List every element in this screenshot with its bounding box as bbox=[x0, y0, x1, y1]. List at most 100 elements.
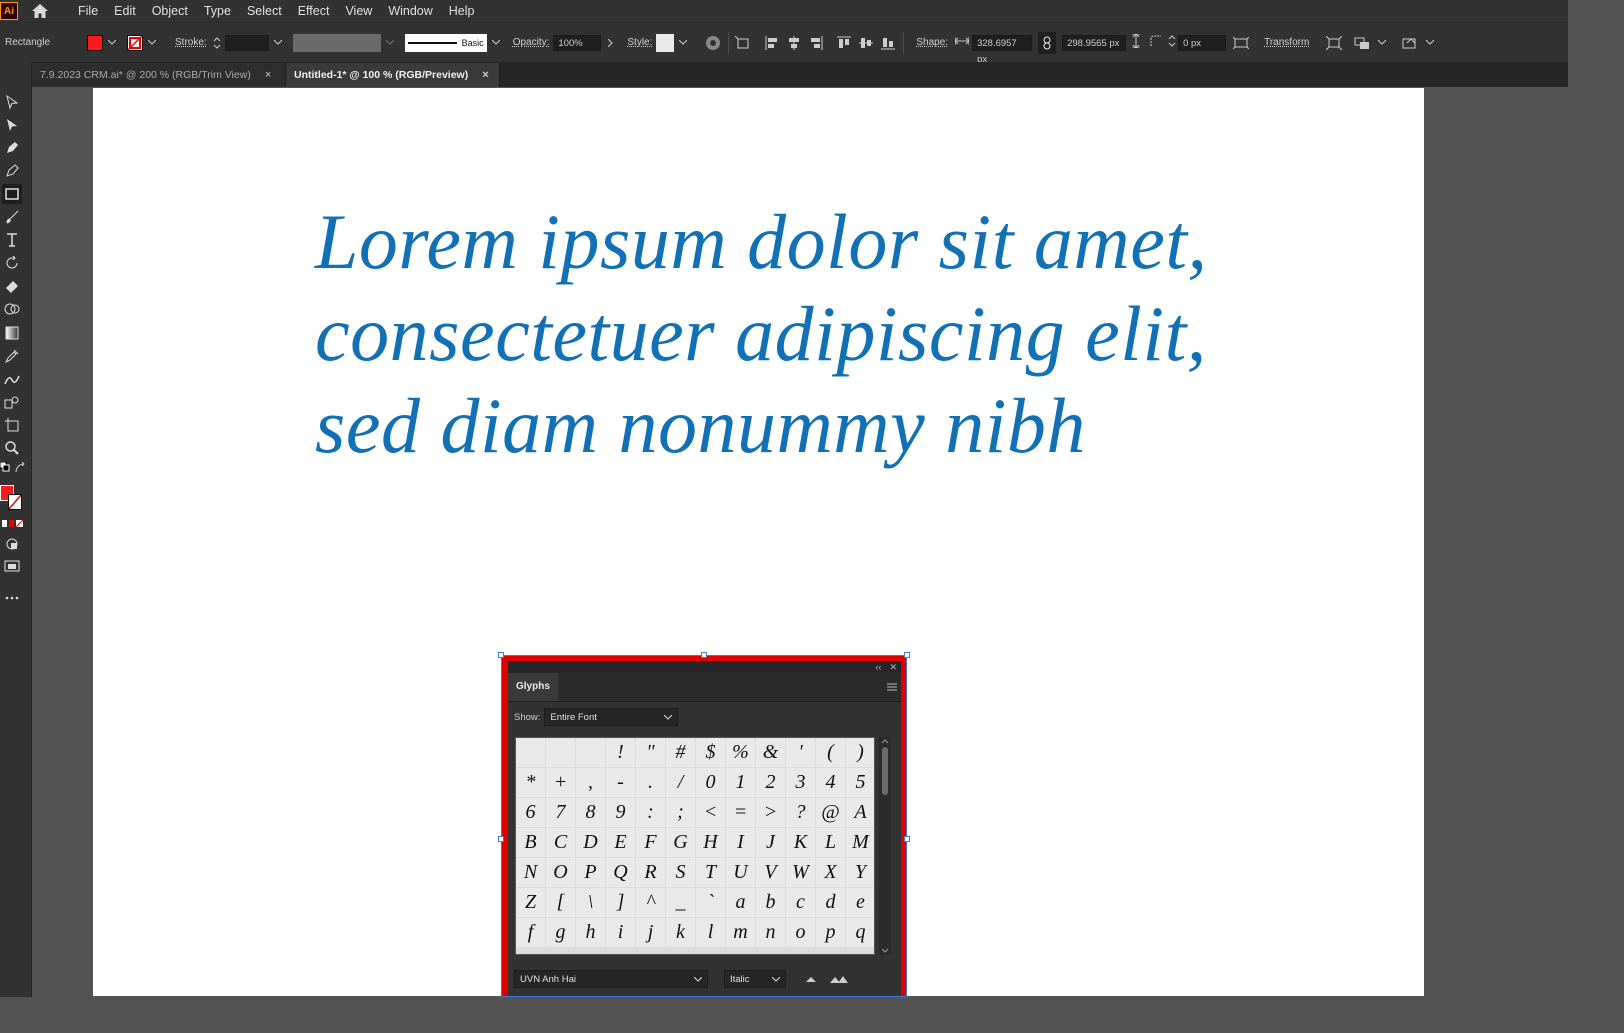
document-tabs: 7.9.2023 CRM.ai* @ 200 % (RGB/Trim View)… bbox=[32, 62, 1568, 87]
chevron-down-icon[interactable] bbox=[1425, 38, 1435, 48]
width-icon bbox=[954, 37, 970, 48]
app-logo: Ai bbox=[0, 2, 18, 20]
rotate-tool-icon[interactable] bbox=[2, 253, 22, 273]
close-icon[interactable]: × bbox=[482, 69, 488, 81]
align-vcenter-icon[interactable] bbox=[855, 32, 877, 54]
default-colors-icon[interactable] bbox=[0, 462, 10, 472]
menu-select[interactable]: Select bbox=[239, 4, 290, 18]
direct-selection-tool-icon[interactable] bbox=[2, 115, 22, 135]
fill-swatch[interactable] bbox=[87, 34, 103, 51]
align-bottom-icon[interactable] bbox=[877, 32, 899, 54]
menu-type[interactable]: Type bbox=[196, 4, 239, 18]
menu-file[interactable]: File bbox=[70, 4, 106, 18]
color-mode-icon[interactable] bbox=[2, 520, 7, 527]
shape-width-input[interactable]: 328.6957 px bbox=[972, 34, 1033, 65]
resize-handle[interactable] bbox=[904, 652, 910, 658]
gradient-mode-icon[interactable] bbox=[9, 520, 14, 527]
stroke-preview-line bbox=[407, 41, 457, 44]
corner-radius-stepper[interactable] bbox=[1168, 34, 1176, 51]
chevron-down-icon[interactable] bbox=[678, 38, 688, 48]
brush-definition[interactable]: Basic bbox=[404, 33, 487, 52]
menu-object[interactable]: Object bbox=[144, 4, 196, 18]
link-proportions-icon[interactable] bbox=[1038, 31, 1057, 54]
resize-handle[interactable] bbox=[904, 836, 910, 842]
artboard-text[interactable]: Lorem ipsum dolor sit amet, consectetuer… bbox=[315, 196, 1315, 472]
corner-radius-input[interactable]: 0 px bbox=[1178, 34, 1227, 51]
opacity-input[interactable]: 100% bbox=[553, 34, 602, 51]
isolate-icon[interactable] bbox=[1323, 32, 1345, 54]
tab-document[interactable]: 7.9.2023 CRM.ai* @ 200 % (RGB/Trim View)… bbox=[32, 63, 286, 87]
recolor-artwork-icon[interactable] bbox=[702, 32, 724, 54]
shape-height-input[interactable]: 298.9565 px bbox=[1062, 34, 1127, 51]
eyedropper-tool-icon[interactable] bbox=[2, 346, 22, 366]
chevron-down-icon[interactable] bbox=[147, 38, 157, 48]
gradient-tool-icon[interactable] bbox=[2, 323, 22, 343]
eraser-tool-icon[interactable] bbox=[2, 276, 22, 296]
separator bbox=[903, 31, 905, 54]
type-tool-icon[interactable] bbox=[2, 230, 22, 250]
align-right-icon[interactable] bbox=[805, 32, 827, 54]
tab-label: Untitled-1* @ 100 % (RGB/Preview) bbox=[294, 69, 469, 81]
height-icon bbox=[1132, 33, 1141, 51]
menu-edit[interactable]: Edit bbox=[106, 4, 144, 18]
stroke-label: Stroke: bbox=[175, 37, 207, 48]
menu-bar: Ai File Edit Object Type Select Effect View Win… bbox=[0, 0, 1568, 23]
selection-tool-icon[interactable] bbox=[2, 92, 22, 112]
align-left-icon[interactable] bbox=[761, 32, 783, 54]
resize-handle[interactable] bbox=[498, 652, 504, 658]
align-to-selection-icon[interactable] bbox=[733, 32, 755, 54]
pen-tool-icon[interactable] bbox=[2, 138, 22, 158]
zoom-tool-icon[interactable] bbox=[2, 438, 22, 458]
shape-options-icon[interactable] bbox=[1230, 32, 1252, 54]
stroke-color-box[interactable] bbox=[8, 494, 22, 510]
menu-help[interactable]: Help bbox=[441, 4, 483, 18]
resize-handle[interactable] bbox=[498, 836, 504, 842]
more-options-icon[interactable] bbox=[1399, 32, 1421, 54]
tab-label: 7.9.2023 CRM.ai* @ 200 % (RGB/Trim View) bbox=[40, 69, 251, 81]
shape-label: Shape: bbox=[916, 37, 949, 48]
align-top-icon[interactable] bbox=[833, 32, 855, 54]
corner-type-icon[interactable] bbox=[1150, 35, 1162, 50]
opacity-label: Opacity: bbox=[512, 37, 550, 48]
variable-width-profile[interactable] bbox=[292, 33, 381, 52]
chevron-down-icon[interactable] bbox=[385, 38, 395, 48]
none-mode-icon[interactable] bbox=[16, 520, 23, 527]
menu-view[interactable]: View bbox=[337, 4, 380, 18]
tab-document-active[interactable]: Untitled-1* @ 100 % (RGB/Preview) × bbox=[286, 63, 500, 87]
artboard-tool-icon[interactable] bbox=[2, 415, 22, 435]
text-line: consectetuer adipiscing elit, bbox=[315, 290, 1207, 377]
chevron-down-icon[interactable] bbox=[1377, 38, 1387, 48]
text-line: sed diam nonummy nibh bbox=[315, 382, 1086, 469]
chevron-down-icon[interactable] bbox=[273, 38, 283, 48]
close-icon[interactable]: × bbox=[265, 69, 271, 81]
text-line: Lorem ipsum dolor sit amet, bbox=[315, 198, 1208, 285]
chevron-down-icon[interactable] bbox=[491, 38, 501, 48]
blend-tool-icon[interactable] bbox=[2, 369, 22, 389]
transform-link[interactable]: Transform bbox=[1264, 37, 1309, 48]
curvature-tool-icon[interactable] bbox=[2, 161, 22, 181]
control-bar: Rectangle Stroke: Basic Opacity: 100% St… bbox=[0, 23, 1568, 65]
chevron-down-icon[interactable] bbox=[107, 38, 117, 48]
color-mode-buttons[interactable] bbox=[2, 520, 24, 528]
stroke-weight-input[interactable] bbox=[224, 34, 269, 51]
screen-mode-icon[interactable] bbox=[2, 556, 22, 576]
rectangle-tool-icon[interactable] bbox=[2, 184, 22, 204]
menu-window[interactable]: Window bbox=[380, 4, 440, 18]
stroke-weight-stepper[interactable] bbox=[211, 36, 223, 50]
stroke-swatch[interactable] bbox=[127, 34, 143, 51]
shape-builder-tool-icon[interactable] bbox=[2, 299, 22, 319]
resize-handle[interactable] bbox=[701, 652, 707, 658]
selection-bounding-box bbox=[501, 655, 907, 997]
graphic-style-swatch[interactable] bbox=[656, 33, 675, 52]
more-tools-icon[interactable] bbox=[2, 588, 22, 608]
align-hcenter-icon[interactable] bbox=[783, 32, 805, 54]
current-tool-name: Rectangle bbox=[5, 37, 51, 48]
symbol-sprayer-tool-icon[interactable] bbox=[2, 392, 22, 412]
home-icon[interactable] bbox=[30, 1, 50, 21]
arrange-icon[interactable] bbox=[1351, 32, 1373, 54]
chevron-right-icon[interactable] bbox=[605, 38, 615, 48]
menu-effect[interactable]: Effect bbox=[290, 4, 338, 18]
draw-mode-icon[interactable] bbox=[2, 534, 22, 554]
swap-colors-icon[interactable] bbox=[14, 462, 26, 474]
paintbrush-tool-icon[interactable] bbox=[2, 207, 22, 227]
